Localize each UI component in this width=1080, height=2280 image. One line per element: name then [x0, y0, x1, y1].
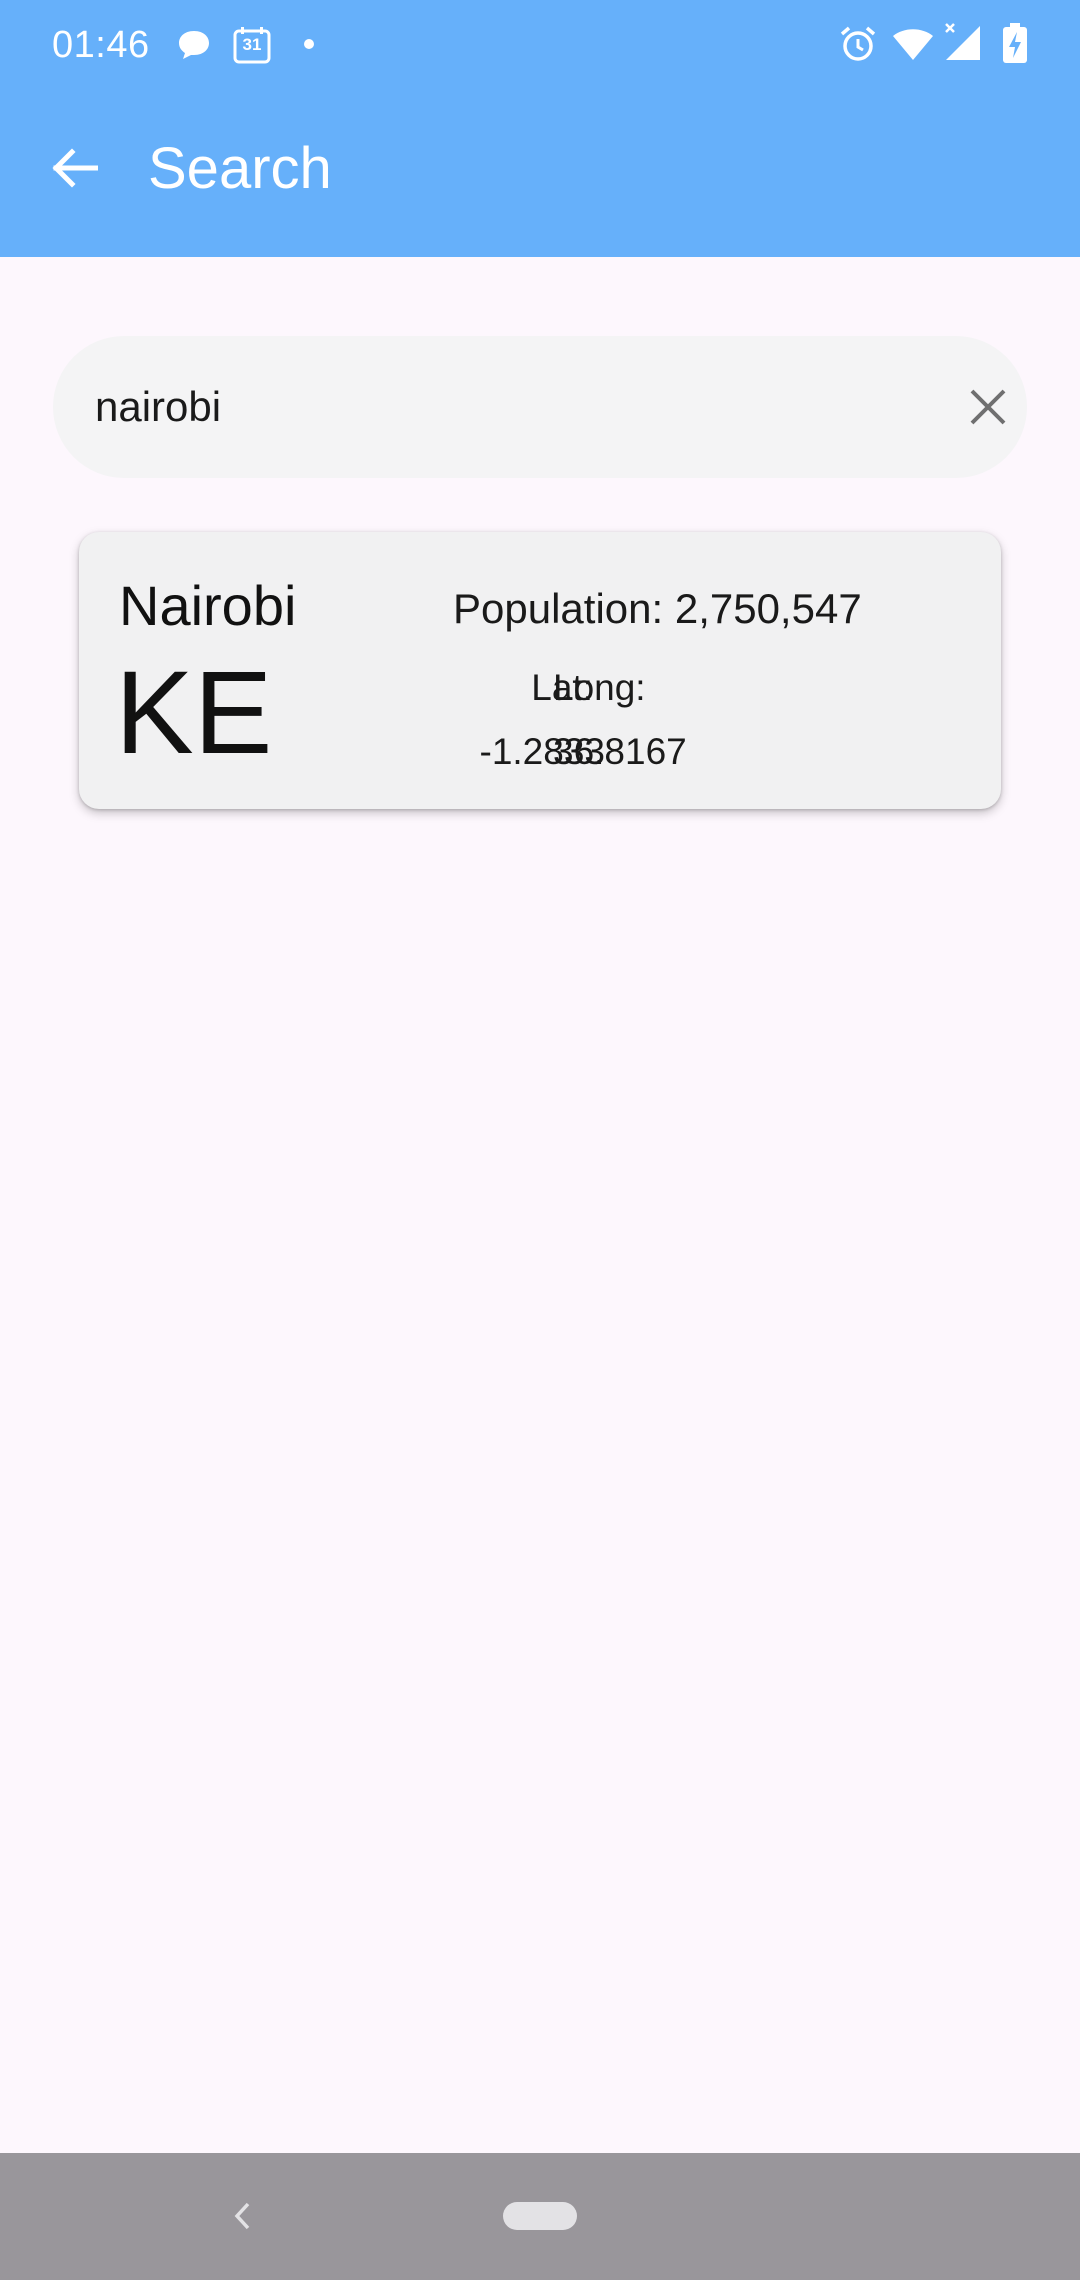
longitude-label: Long:: [553, 667, 646, 708]
country-code: KE: [115, 647, 273, 779]
system-nav-bar: [0, 2153, 1080, 2280]
nav-back-button[interactable]: [222, 2191, 262, 2241]
alarm-icon: [840, 26, 876, 61]
arrow-left-icon: [52, 148, 98, 188]
city-result-card[interactable]: Nairobi KE Population: 2,750,547 Lat: Lo…: [79, 532, 1001, 809]
close-icon: [970, 389, 1006, 425]
population-text: Population: 2,750,547: [453, 585, 862, 632]
calendar-day-text: 31: [242, 35, 262, 54]
status-time: 01:46: [52, 24, 150, 66]
search-input[interactable]: [95, 372, 895, 442]
app-bar: Search: [0, 90, 1080, 257]
page-title: Search: [148, 136, 332, 201]
status-bar: 01:46 31: [0, 0, 1080, 90]
search-field: [53, 336, 1027, 478]
battery-charging-icon: [1003, 23, 1027, 63]
longitude-value: 36.8167: [553, 731, 687, 772]
city-name: Nairobi: [119, 574, 297, 637]
wifi-icon: [893, 29, 933, 60]
dot-icon: [304, 39, 314, 49]
back-button[interactable]: [30, 123, 120, 213]
signal-icon: [945, 23, 980, 60]
clear-search-button[interactable]: [953, 372, 1023, 442]
chat-bubble-icon: [179, 31, 209, 59]
chevron-left-icon: [234, 2202, 250, 2230]
home-pill-icon[interactable]: [503, 2202, 577, 2230]
